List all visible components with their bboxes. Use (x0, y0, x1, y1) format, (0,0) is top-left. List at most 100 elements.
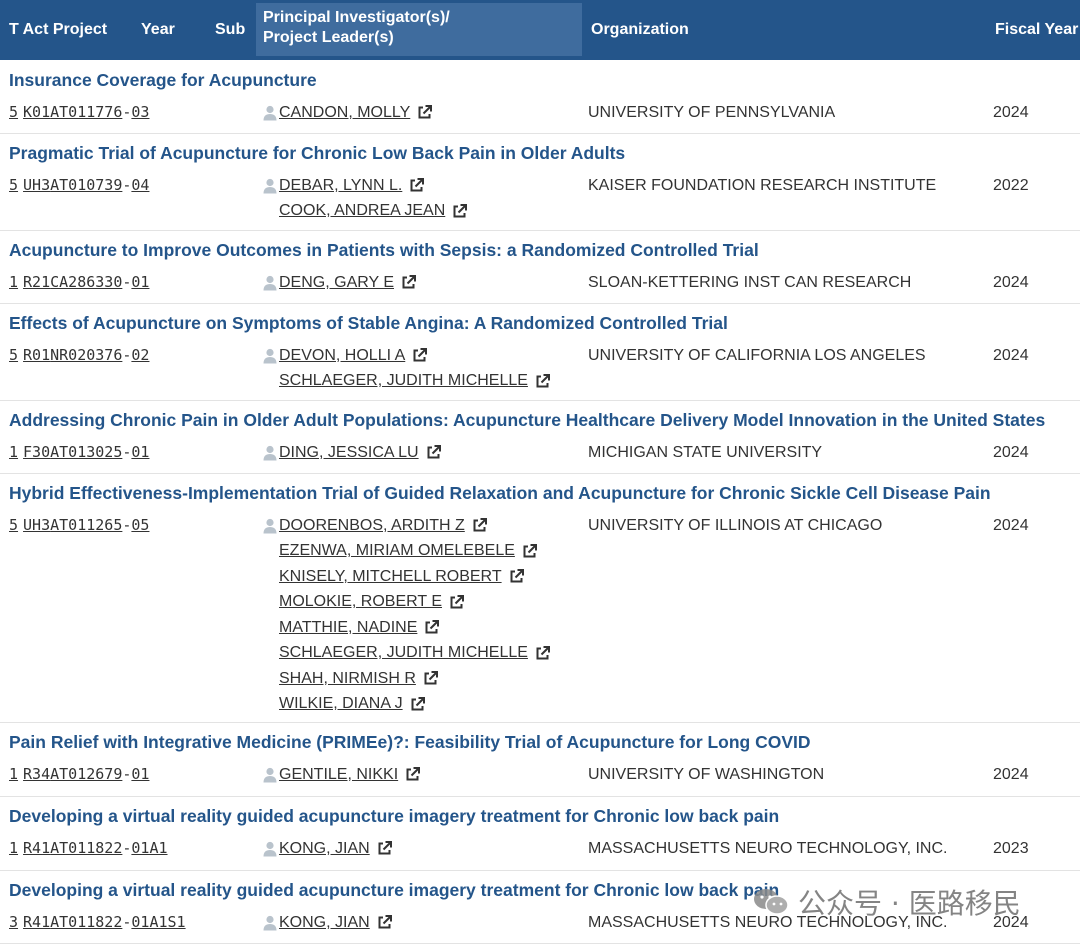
project-title-link[interactable]: Acupuncture to Improve Outcomes in Patie… (9, 240, 759, 261)
activity-code-link[interactable]: R21 (23, 273, 50, 291)
type-code-link[interactable]: 1 (9, 273, 18, 291)
header-sub[interactable]: Sub (215, 0, 245, 60)
table-row: Insurance Coverage for Acupuncture 5 K01AT… (0, 60, 1080, 134)
activity-code-link[interactable]: R41 (23, 839, 50, 857)
external-link-icon[interactable] (376, 914, 393, 931)
project-title-link[interactable]: Hybrid Effectiveness-Implementation Tria… (9, 483, 991, 504)
activity-code-link[interactable]: R41 (23, 913, 50, 931)
project-title-link[interactable]: Pain Relief with Integrative Medicine (P… (9, 732, 811, 753)
pi-name-link[interactable]: GENTILE, NIKKI (279, 766, 398, 784)
pi-list: DEVON, HOLLI A SCHLAEGER, JUDITH MICHELLE (262, 343, 551, 394)
person-icon (263, 915, 277, 931)
activity-code-link[interactable]: UH3 (23, 516, 50, 534)
project-number: 1 R21CA286330-01 (9, 273, 149, 291)
pi-name-link[interactable]: KONG, JIAN (279, 840, 370, 858)
external-link-icon[interactable] (508, 568, 525, 585)
pi-name-link[interactable]: KNISELY, MITCHELL ROBERT (279, 568, 502, 586)
support-year-link[interactable]: 04 (131, 176, 149, 194)
pi-name-link[interactable]: DEBAR, LYNN L. (279, 177, 402, 195)
pi-name-link[interactable]: DOORENBOS, ARDITH Z (279, 517, 465, 535)
serial-number-link[interactable]: AT011265 (50, 516, 122, 534)
external-link-icon[interactable] (376, 840, 393, 857)
external-link-icon[interactable] (400, 274, 417, 291)
project-number: 3 R41AT011822-01A1S1 (9, 913, 186, 931)
organization: MICHIGAN STATE UNIVERSITY (588, 444, 823, 461)
external-link-icon[interactable] (425, 444, 442, 461)
pi-name-link[interactable]: CANDON, MOLLY (279, 104, 410, 122)
project-number: 5 UH3AT010739-04 (9, 176, 149, 194)
type-code-link[interactable]: 5 (9, 176, 18, 194)
project-title-link[interactable]: Insurance Coverage for Acupuncture (9, 70, 317, 91)
activity-code-link[interactable]: K01 (23, 103, 50, 121)
pi-item: DOORENBOS, ARDITH Z (262, 513, 551, 539)
serial-number-link[interactable]: NR020376 (50, 346, 122, 364)
pi-name-link[interactable]: MOLOKIE, ROBERT E (279, 593, 442, 611)
external-link-icon[interactable] (416, 104, 433, 121)
activity-code-link[interactable]: R34 (23, 765, 50, 783)
type-code-link[interactable]: 5 (9, 346, 18, 364)
serial-number-link[interactable]: AT013025 (50, 443, 122, 461)
serial-number-link[interactable]: AT012679 (50, 765, 122, 783)
activity-code-link[interactable]: UH3 (23, 176, 50, 194)
external-link-icon[interactable] (409, 696, 426, 713)
external-link-icon[interactable] (448, 594, 465, 611)
pi-name-link[interactable]: WILKIE, DIANA J (279, 695, 403, 713)
project-title-link[interactable]: Pragmatic Trial of Acupuncture for Chron… (9, 143, 625, 164)
external-link-icon[interactable] (422, 670, 439, 687)
support-year-link[interactable]: 02 (131, 346, 149, 364)
external-link-icon[interactable] (451, 203, 468, 220)
external-link-icon[interactable] (534, 373, 551, 390)
pi-name-link[interactable]: COOK, ANDREA JEAN (279, 202, 445, 220)
project-title-link[interactable]: Developing a virtual reality guided acup… (9, 806, 779, 827)
pi-name-link[interactable]: EZENWA, MIRIAM OMELEBELE (279, 542, 515, 560)
header-project[interactable]: T Act Project (9, 0, 107, 60)
support-year-link[interactable]: 05 (131, 516, 149, 534)
external-link-icon[interactable] (471, 517, 488, 534)
support-year-link[interactable]: 01A1 (131, 839, 167, 857)
support-year-link[interactable]: 03 (131, 103, 149, 121)
serial-number-link[interactable]: AT011822 (50, 913, 122, 931)
project-title-link[interactable]: Effects of Acupuncture on Symptoms of St… (9, 313, 728, 334)
external-link-icon[interactable] (404, 766, 421, 783)
activity-code-link[interactable]: F30 (23, 443, 50, 461)
serial-number-link[interactable]: AT011822 (50, 839, 122, 857)
pi-name-link[interactable]: MATTHIE, NADINE (279, 619, 417, 637)
pi-name-link[interactable]: DEVON, HOLLI A (279, 347, 405, 365)
header-pi[interactable]: Principal Investigator(s)/ Project Leade… (256, 3, 582, 56)
header-year[interactable]: Year (141, 0, 175, 60)
support-year-link[interactable]: 01 (131, 765, 149, 783)
activity-code-link[interactable]: R01 (23, 346, 50, 364)
person-icon (263, 178, 277, 194)
project-title-link[interactable]: Developing a virtual reality guided acup… (9, 880, 779, 901)
organization: KAISER FOUNDATION RESEARCH INSTITUTE (588, 177, 937, 194)
serial-number-link[interactable]: CA286330 (50, 273, 122, 291)
external-link-icon[interactable] (534, 645, 551, 662)
pi-name-link[interactable]: SCHLAEGER, JUDITH MICHELLE (279, 372, 528, 390)
type-code-link[interactable]: 5 (9, 516, 18, 534)
external-link-icon[interactable] (411, 347, 428, 364)
pi-name-link[interactable]: KONG, JIAN (279, 914, 370, 932)
serial-number-link[interactable]: AT011776 (50, 103, 122, 121)
header-fiscal-year[interactable]: Fiscal Year (995, 0, 1078, 60)
pi-name-link[interactable]: DING, JESSICA LU (279, 444, 419, 462)
support-year-link[interactable]: 01 (131, 273, 149, 291)
organization: UNIVERSITY OF ILLINOIS AT CHICAGO (588, 517, 883, 534)
support-year-link[interactable]: 01A1S1 (131, 913, 185, 931)
type-code-link[interactable]: 1 (9, 443, 18, 461)
project-title-link[interactable]: Addressing Chronic Pain in Older Adult P… (9, 410, 1045, 431)
pi-name-link[interactable]: SCHLAEGER, JUDITH MICHELLE (279, 644, 528, 662)
header-organization[interactable]: Organization (591, 0, 689, 60)
table-row: Developing a virtual reality guided acup… (0, 796, 1080, 871)
pi-name-link[interactable]: DENG, GARY E (279, 274, 394, 292)
pi-name-link[interactable]: SHAH, NIRMISH R (279, 670, 416, 688)
external-link-icon[interactable] (423, 619, 440, 636)
type-code-link[interactable]: 3 (9, 913, 18, 931)
serial-number-link[interactable]: AT010739 (50, 176, 122, 194)
type-code-link[interactable]: 1 (9, 765, 18, 783)
type-code-link[interactable]: 1 (9, 839, 18, 857)
support-year-link[interactable]: 01 (131, 443, 149, 461)
table-row: Developing a virtual reality guided acup… (0, 870, 1080, 944)
type-code-link[interactable]: 5 (9, 103, 18, 121)
external-link-icon[interactable] (521, 543, 538, 560)
external-link-icon[interactable] (408, 177, 425, 194)
